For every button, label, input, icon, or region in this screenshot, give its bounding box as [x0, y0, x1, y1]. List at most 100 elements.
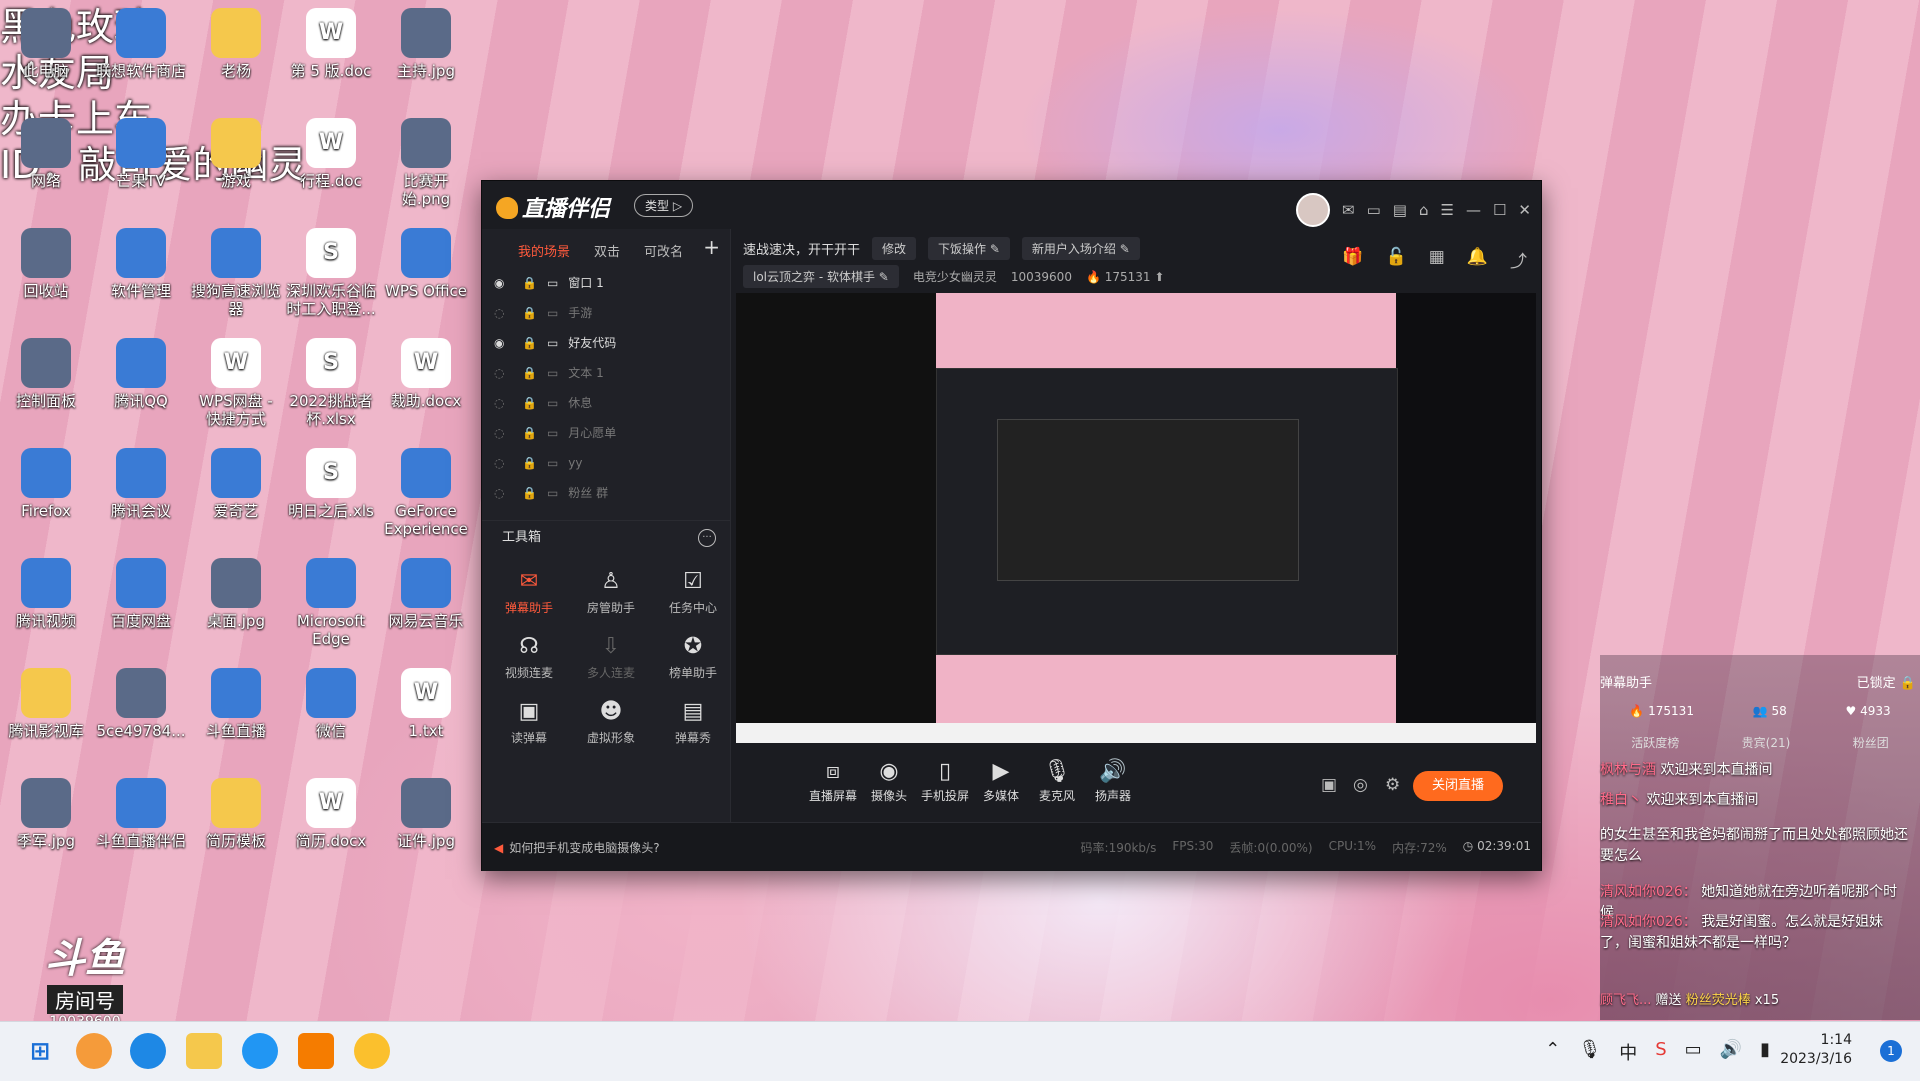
tray-expand-icon[interactable]: ⌃ — [1545, 1039, 1560, 1065]
ime-indicator[interactable]: 中 — [1619, 1039, 1637, 1065]
title-bar[interactable]: 直播伴侣 类型 ▷ ✉ ▭ ▤ ⌂ ☰ — ☐ ✕ — [482, 181, 1541, 229]
clothes-icon[interactable]: ⌂ — [1419, 201, 1429, 219]
taskbar-edge-icon[interactable] — [130, 1033, 166, 1069]
desktop-icon[interactable]: 桌面.jpg — [190, 558, 282, 630]
eye-off-icon[interactable]: ◌ — [494, 478, 512, 508]
desktop-icon[interactable]: 5ce49784... — [95, 668, 187, 740]
desktop-icon[interactable]: 老杨 — [190, 8, 282, 80]
tray-mic-icon[interactable]: 🎙 — [1578, 1039, 1601, 1065]
lock-icon[interactable]: 🔒 — [522, 268, 537, 298]
desktop-icon[interactable]: 主持.jpg — [380, 8, 472, 80]
more-icon[interactable]: ··· — [698, 529, 716, 547]
desktop-icon[interactable]: S 明日之后.xls — [285, 448, 377, 520]
share-icon[interactable]: ⤴ — [1510, 247, 1527, 272]
status-tip[interactable]: ◀ 如何把手机变成电脑摄像头? — [494, 839, 660, 856]
stream-preview[interactable] — [736, 293, 1536, 743]
desktop-icon[interactable]: 腾讯影视库 — [0, 668, 92, 740]
edit-title-button[interactable]: 修改 — [872, 237, 917, 260]
taskbar-explorer-icon[interactable] — [186, 1033, 222, 1069]
desktop-icon[interactable]: 软件管理 — [95, 228, 187, 300]
tool-item[interactable]: ⇩ 多人连麦 — [570, 634, 652, 681]
category-chip[interactable]: lol云顶之弈 - 软体棋手 ✎ — [743, 265, 899, 288]
eye-off-icon[interactable]: ◌ — [494, 418, 512, 448]
desktop-icon[interactable]: W 裁助.docx — [380, 338, 472, 410]
desktop-icon[interactable]: 微信 — [285, 668, 377, 740]
desktop-icon[interactable]: 季军.jpg — [0, 778, 92, 850]
taskbar-character-app-icon[interactable] — [354, 1033, 390, 1069]
source-item[interactable]: ◌ 🔒 ▭ 月心愿单 — [482, 418, 730, 448]
tool-item[interactable]: ♙ 房管助手 — [570, 569, 652, 616]
minimize-icon[interactable]: — — [1466, 201, 1481, 219]
tray-app-icon[interactable]: S — [1655, 1039, 1666, 1065]
desktop-icon[interactable]: 证件.jpg — [380, 778, 472, 850]
tab-my-scene[interactable]: 我的场景 — [518, 241, 570, 260]
tool-item[interactable]: ☊ 视频连麦 — [488, 634, 570, 681]
tool-item[interactable]: ▣ 读弹幕 — [488, 699, 570, 746]
mail-icon[interactable]: ✉ — [1342, 201, 1355, 219]
desktop-icon[interactable]: 网络 — [0, 118, 92, 190]
source-item[interactable]: ◌ 🔒 ▭ 手游 — [482, 298, 730, 328]
clock[interactable]: 1:14 2023/3/16 — [1780, 1031, 1852, 1069]
lock-icon[interactable]: 🔓 — [1386, 247, 1407, 272]
source-item[interactable]: ◉ 🔒 ▭ 好友代码 — [482, 328, 730, 358]
source-item[interactable]: ◌ 🔒 ▭ 粉丝 群 — [482, 478, 730, 508]
layout-icon[interactable]: ▦ — [1429, 247, 1445, 272]
desktop-icon[interactable]: 芒果TV — [95, 118, 187, 190]
eye-off-icon[interactable]: ◌ — [494, 448, 512, 478]
source-item[interactable]: ◌ 🔒 ▭ 休息 — [482, 388, 730, 418]
save-icon[interactable]: ▤ — [1393, 201, 1407, 219]
desktop-icon[interactable]: 控制面板 — [0, 338, 92, 410]
tab-active-rank[interactable]: 活跃度榜 — [1631, 734, 1679, 751]
desktop-icon[interactable]: GeForce Experience — [380, 448, 472, 538]
eye-off-icon[interactable]: ◌ — [494, 298, 512, 328]
lock-icon[interactable]: 🔒 — [522, 388, 537, 418]
source-item[interactable]: ◌ 🔒 ▭ 文本 1 — [482, 358, 730, 388]
lock-icon[interactable]: 🔒 — [522, 328, 537, 358]
desktop-icon[interactable]: 游戏 — [190, 118, 282, 190]
desktop-icon[interactable]: 爱奇艺 — [190, 448, 282, 520]
eye-icon[interactable]: ◉ — [494, 328, 512, 358]
desktop-icon[interactable]: 斗鱼直播 — [190, 668, 282, 740]
eye-off-icon[interactable]: ◌ — [494, 358, 512, 388]
desktop-icon[interactable]: 腾讯QQ — [95, 338, 187, 410]
close-icon[interactable]: ✕ — [1518, 201, 1531, 219]
op-chip-1[interactable]: 下饭操作 ✎ — [928, 237, 1010, 260]
taskbar-pinned-app-icon[interactable] — [76, 1033, 112, 1069]
source-item[interactable]: ◌ 🔒 ▭ yy — [482, 448, 730, 478]
desktop-icon[interactable]: WPS Office — [380, 228, 472, 300]
screen-icon[interactable]: ▭ — [1367, 201, 1381, 219]
control-button[interactable]: 🎙 麦克风 — [1027, 759, 1087, 804]
tool-item[interactable]: ☑ 任务中心 — [652, 569, 734, 616]
tool-item[interactable]: ✉ 弹幕助手 — [488, 569, 570, 616]
desktop-icon[interactable]: 搜狗高速浏览器 — [190, 228, 282, 318]
desktop-icon[interactable]: Microsoft Edge — [285, 558, 377, 648]
tool-item[interactable]: ☻ 虚拟形象 — [570, 699, 652, 746]
tab-double-click[interactable]: 双击 — [594, 241, 620, 260]
desktop-icon[interactable]: S 2022挑战者杯.xlsx — [285, 338, 377, 428]
desktop-icon[interactable]: W 行程.doc — [285, 118, 377, 190]
desktop-icon[interactable]: W 1.txt — [380, 668, 472, 740]
taskbar-sogou-icon[interactable] — [242, 1033, 278, 1069]
control-button[interactable]: ⧈ 直播屏幕 — [803, 759, 863, 804]
desktop-icon[interactable]: 腾讯视频 — [0, 558, 92, 630]
tool-item[interactable]: ▤ 弹幕秀 — [652, 699, 734, 746]
lock-icon[interactable]: 🔒 — [522, 358, 537, 388]
eye-icon[interactable]: ◎ — [1353, 775, 1368, 795]
tab-rename[interactable]: 可改名 — [644, 241, 683, 260]
gift-icon[interactable]: 🎁 — [1342, 247, 1363, 272]
settings-icon[interactable]: ⚙ — [1385, 775, 1400, 795]
lock-icon[interactable]: 🔒 — [522, 478, 537, 508]
desktop-icon[interactable]: 百度网盘 — [95, 558, 187, 630]
desktop-icon[interactable]: W 第 5 版.doc — [285, 8, 377, 80]
bell-icon[interactable]: 🔔 — [1467, 247, 1488, 272]
control-button[interactable]: ◉ 摄像头 — [859, 759, 919, 804]
user-avatar[interactable] — [1296, 193, 1331, 227]
eye-icon[interactable]: ◉ — [494, 268, 512, 298]
control-button[interactable]: 🔊 扬声器 — [1083, 759, 1143, 804]
lock-icon[interactable]: 🔒 — [522, 448, 537, 478]
lock-icon[interactable]: 🔒 — [522, 418, 537, 448]
desktop-icon[interactable]: Firefox — [0, 448, 92, 520]
source-item[interactable]: ◉ 🔒 ▭ 窗口 1 — [482, 268, 730, 298]
desktop-icon[interactable]: W 简历.docx — [285, 778, 377, 850]
maximize-icon[interactable]: ☐ — [1493, 201, 1506, 219]
